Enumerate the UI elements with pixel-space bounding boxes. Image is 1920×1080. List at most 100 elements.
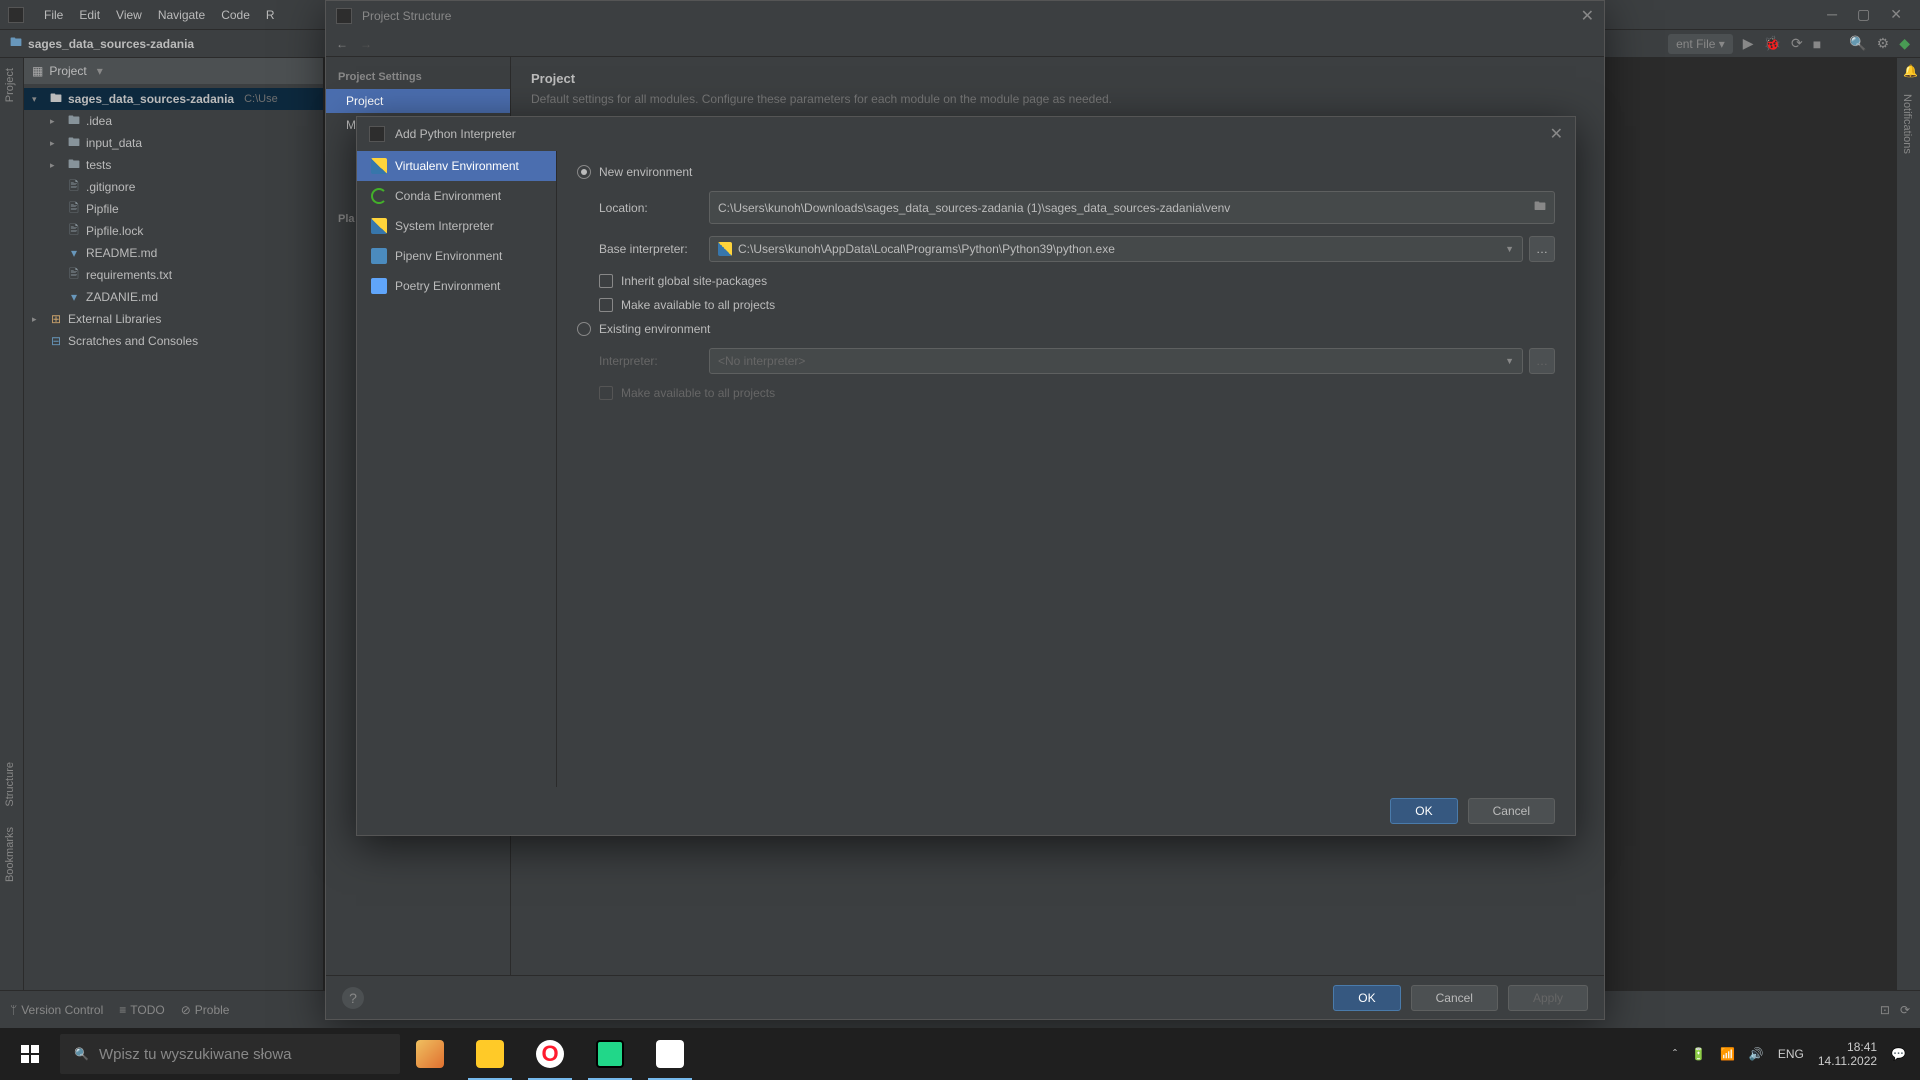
problems-tab[interactable]: ⊘Proble xyxy=(181,1003,230,1017)
markdown-icon: ▾ xyxy=(66,290,82,304)
cancel-button[interactable]: Cancel xyxy=(1411,985,1498,1011)
apply-button[interactable]: Apply xyxy=(1508,985,1588,1011)
dialog-titlebar: Project Structure ✕ xyxy=(326,1,1604,31)
tree-file[interactable]: 🖹Pipfile.lock xyxy=(24,220,323,242)
ok-button[interactable]: OK xyxy=(1390,798,1457,824)
available-checkbox-row[interactable]: Make available to all projects xyxy=(599,298,1555,312)
interp-opt-pipenv[interactable]: Pipenv Environment xyxy=(357,241,556,271)
left-tool-strip: Project Structure Bookmarks xyxy=(0,58,24,990)
breadcrumb[interactable]: sages_data_sources-zadania xyxy=(28,37,194,51)
menu-navigate[interactable]: Navigate xyxy=(150,8,213,22)
python-icon xyxy=(718,242,732,256)
version-control-tab[interactable]: ᛘVersion Control xyxy=(10,1003,103,1017)
tree-file[interactable]: ▾README.md xyxy=(24,242,323,264)
new-env-radio-row[interactable]: New environment xyxy=(577,165,1555,179)
status-icon[interactable]: ⟳ xyxy=(1900,1003,1910,1017)
tree-file[interactable]: 🖹.gitignore xyxy=(24,176,323,198)
menu-file[interactable]: File xyxy=(36,8,71,22)
coverage-icon[interactable]: ⟳ xyxy=(1791,35,1803,52)
interp-opt-virtualenv[interactable]: Virtualenv Environment xyxy=(357,151,556,181)
tray-chevron-icon[interactable]: ˆ xyxy=(1673,1047,1677,1061)
ps-section-label: Project Settings xyxy=(326,65,510,89)
search-icon[interactable]: 🔍 xyxy=(1849,35,1866,52)
tree-file[interactable]: 🖹requirements.txt xyxy=(24,264,323,286)
close-icon[interactable]: ✕ xyxy=(1581,6,1594,26)
tree-folder[interactable]: ▸🖿input_data xyxy=(24,132,323,154)
dialog-nav: ← → xyxy=(326,31,1604,57)
tree-folder[interactable]: ▸🖿.idea xyxy=(24,110,323,132)
minimize-icon[interactable]: ─ xyxy=(1827,6,1837,23)
taskbar-pycharm[interactable] xyxy=(580,1028,640,1080)
bell-icon[interactable]: 🔔 xyxy=(1897,58,1920,84)
taskbar-explorer[interactable] xyxy=(460,1028,520,1080)
project-view-icon: ▦ xyxy=(32,64,43,78)
checkbox-icon[interactable] xyxy=(599,298,613,312)
structure-tab[interactable]: Structure xyxy=(0,752,20,817)
project-panel-header: ▦ Project ▾ xyxy=(24,58,323,84)
taskbar-paint[interactable] xyxy=(640,1028,700,1080)
menu-code[interactable]: Code xyxy=(213,8,258,22)
run-config-dropdown[interactable]: ent File ▾ xyxy=(1668,34,1733,54)
todo-tab[interactable]: ≡TODO xyxy=(119,1003,164,1017)
bookmarks-tab[interactable]: Bookmarks xyxy=(0,817,20,892)
tree-file[interactable]: 🖹Pipfile xyxy=(24,198,323,220)
cancel-button[interactable]: Cancel xyxy=(1468,798,1555,824)
browse-button[interactable]: … xyxy=(1529,236,1555,262)
wifi-icon[interactable]: 📶 xyxy=(1720,1047,1735,1061)
notifications-tab[interactable]: Notifications xyxy=(1897,84,1917,164)
chevron-down-icon[interactable]: ▾ xyxy=(97,64,103,78)
file-icon: 🖹 xyxy=(66,221,82,242)
right-tool-strip: 🔔 Notifications xyxy=(1896,58,1920,990)
checkbox-icon[interactable] xyxy=(599,274,613,288)
forward-icon[interactable]: → xyxy=(360,37,372,51)
dialog-titlebar: Add Python Interpreter ✕ xyxy=(357,117,1575,151)
tree-external-libs[interactable]: ▸⊞External Libraries xyxy=(24,308,323,330)
close-icon[interactable]: ✕ xyxy=(1550,124,1563,144)
taskbar-clock[interactable]: 18:41 14.11.2022 xyxy=(1818,1040,1877,1069)
ok-button[interactable]: OK xyxy=(1333,985,1400,1011)
stop-icon[interactable]: ■ xyxy=(1813,36,1821,52)
ps-footer: ? OK Cancel Apply xyxy=(326,975,1604,1019)
maximize-icon[interactable]: ▢ xyxy=(1857,6,1870,23)
interpreter-type-list: Virtualenv Environment Conda Environment… xyxy=(357,151,557,787)
volume-icon[interactable]: 🔊 xyxy=(1749,1047,1764,1061)
taskbar-search[interactable]: 🔍 Wpisz tu wyszukiwane słowa xyxy=(60,1034,400,1074)
libraries-icon: ⊞ xyxy=(48,312,64,326)
taskbar-opera[interactable]: O xyxy=(520,1028,580,1080)
tree-scratches[interactable]: ⊟Scratches and Consoles xyxy=(24,330,323,352)
notification-center-icon[interactable]: 💬 xyxy=(1891,1047,1906,1061)
add-interpreter-dialog: Add Python Interpreter ✕ Virtualenv Envi… xyxy=(356,116,1576,836)
browse-icon[interactable]: 🖿 xyxy=(1534,197,1546,218)
taskbar-cortana[interactable] xyxy=(400,1028,460,1080)
help-icon[interactable]: ? xyxy=(342,987,364,1009)
plugin-icon[interactable]: ◆ xyxy=(1899,35,1910,52)
back-icon[interactable]: ← xyxy=(336,37,348,51)
interp-opt-system[interactable]: System Interpreter xyxy=(357,211,556,241)
radio-icon[interactable] xyxy=(577,322,591,336)
status-icon[interactable]: ⊡ xyxy=(1880,1003,1890,1017)
menu-more[interactable]: R xyxy=(258,8,283,22)
settings-icon[interactable]: ⚙ xyxy=(1877,35,1890,52)
debug-icon[interactable]: 🐞 xyxy=(1764,35,1781,52)
interp-opt-conda[interactable]: Conda Environment xyxy=(357,181,556,211)
project-panel: ▦ Project ▾ ▾ 🖿 sages_data_sources-zadan… xyxy=(24,58,324,990)
run-icon[interactable]: ▶ xyxy=(1743,35,1754,52)
location-input[interactable]: C:\Users\kunoh\Downloads\sages_data_sour… xyxy=(709,191,1555,224)
project-tab[interactable]: Project xyxy=(0,58,20,112)
close-icon[interactable]: ✕ xyxy=(1890,6,1902,23)
radio-checked-icon[interactable] xyxy=(577,165,591,179)
menu-view[interactable]: View xyxy=(108,8,150,22)
inherit-checkbox-row[interactable]: Inherit global site-packages xyxy=(599,274,1555,288)
battery-icon[interactable]: 🔋 xyxy=(1691,1047,1706,1061)
tree-folder[interactable]: ▸🖿tests xyxy=(24,154,323,176)
ps-item-project[interactable]: Project xyxy=(326,89,510,113)
list-icon: ≡ xyxy=(119,1003,126,1017)
start-button[interactable] xyxy=(0,1028,60,1080)
menu-edit[interactable]: Edit xyxy=(71,8,108,22)
language-indicator[interactable]: ENG xyxy=(1778,1047,1804,1061)
interp-opt-poetry[interactable]: Poetry Environment xyxy=(357,271,556,301)
tree-root[interactable]: ▾ 🖿 sages_data_sources-zadania C:\Use xyxy=(24,88,323,110)
existing-env-radio-row[interactable]: Existing environment xyxy=(577,322,1555,336)
base-interpreter-dropdown[interactable]: C:\Users\kunoh\AppData\Local\Programs\Py… xyxy=(709,236,1523,262)
tree-file[interactable]: ▾ZADANIE.md xyxy=(24,286,323,308)
